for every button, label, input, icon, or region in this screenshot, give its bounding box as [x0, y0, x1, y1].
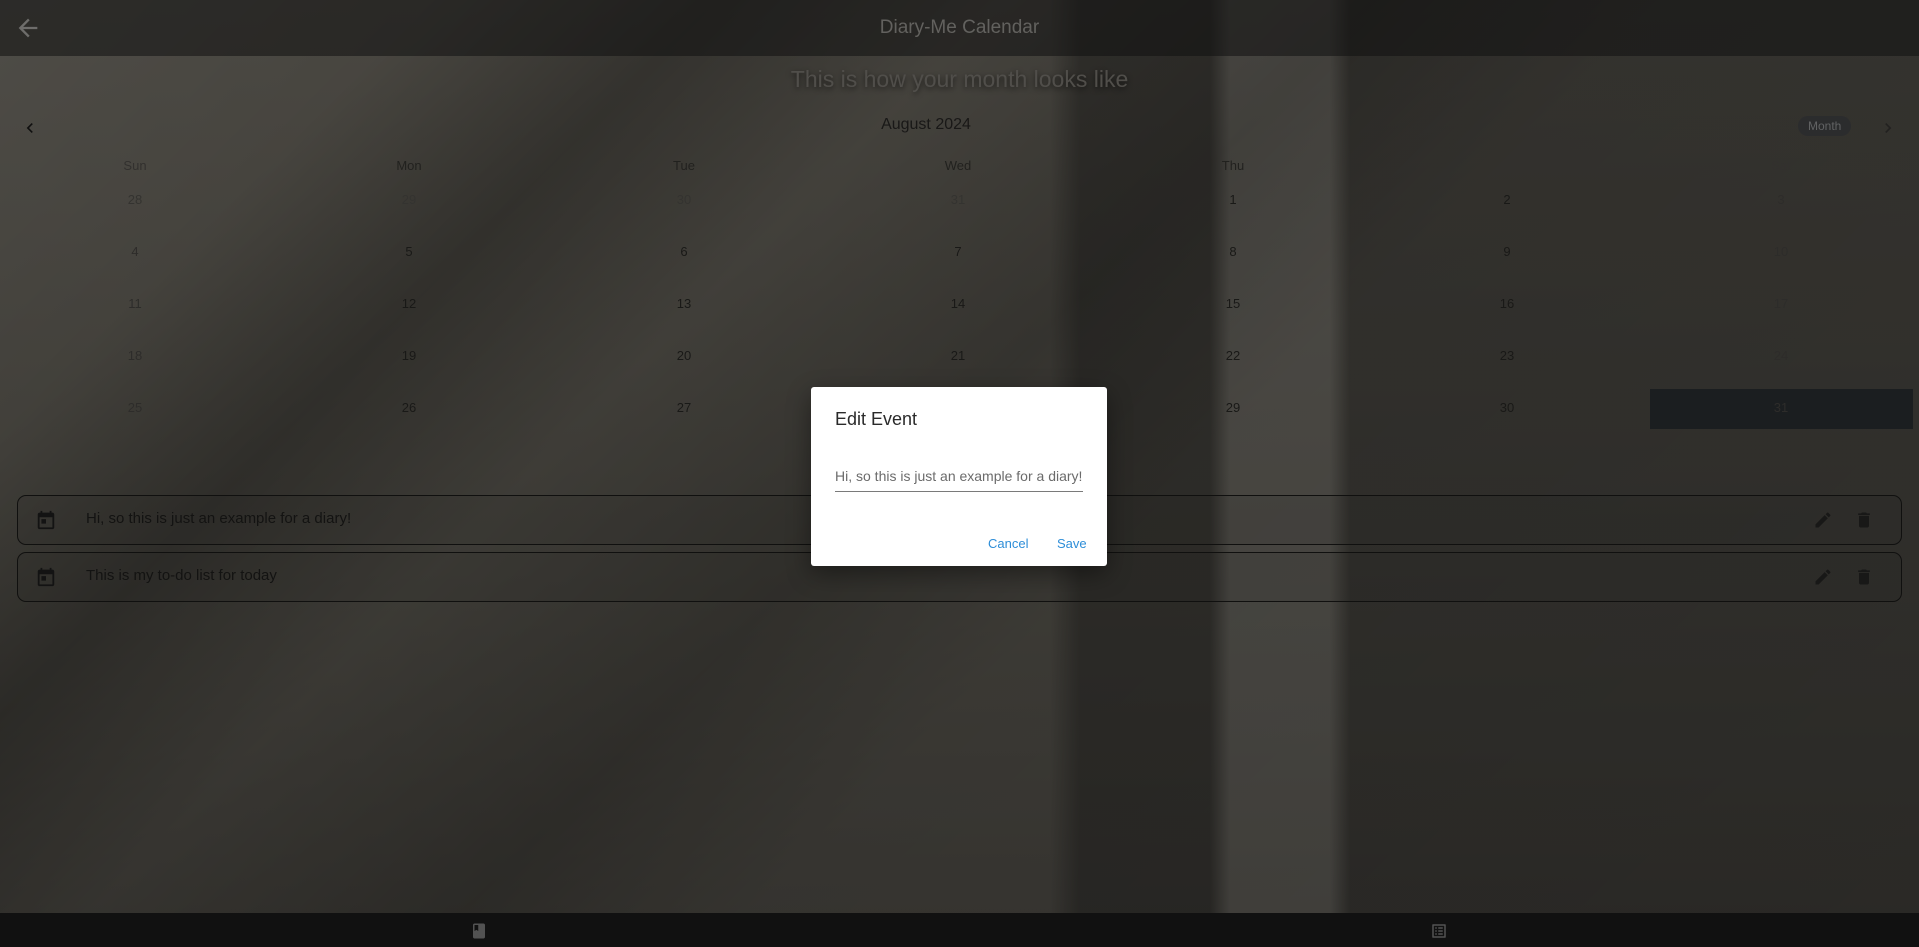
cancel-button[interactable]: Cancel: [988, 536, 1028, 551]
edit-event-dialog: Edit Event Cancel Save: [811, 387, 1107, 566]
event-text-input[interactable]: [835, 465, 1083, 492]
save-button[interactable]: Save: [1057, 536, 1087, 551]
dialog-title: Edit Event: [835, 409, 918, 429]
